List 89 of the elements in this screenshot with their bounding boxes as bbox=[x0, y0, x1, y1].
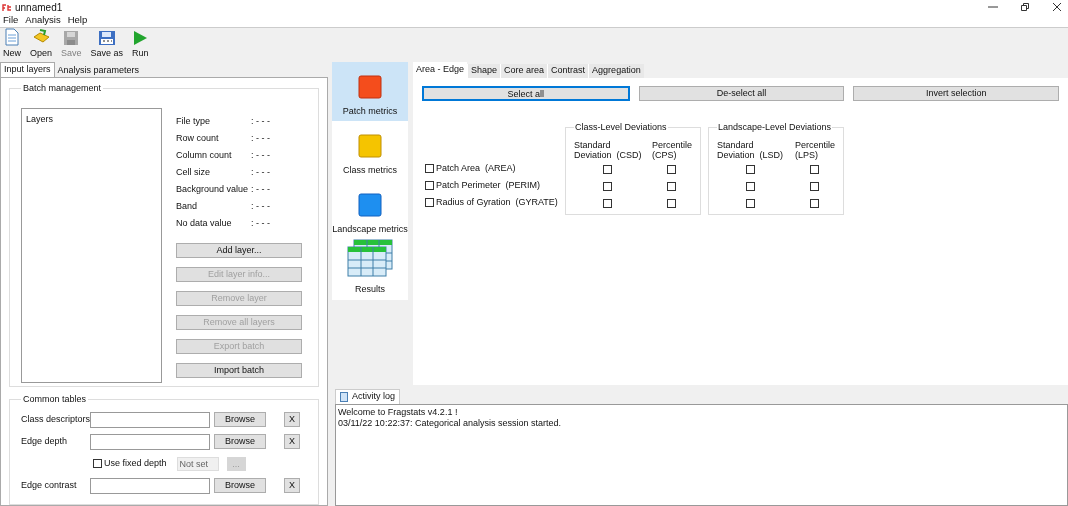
field-label: Class descriptors bbox=[21, 412, 90, 426]
field-label: Column count bbox=[176, 149, 233, 163]
input-field[interactable] bbox=[90, 477, 210, 494]
checkbox[interactable] bbox=[425, 164, 434, 173]
group-title: Landscape-Level Deviations bbox=[717, 121, 833, 134]
selection-button[interactable]: De-select all bbox=[638, 86, 845, 101]
spreadsheet-icon bbox=[347, 239, 393, 278]
checkbox[interactable] bbox=[93, 459, 102, 468]
menu-item[interactable]: Help bbox=[67, 13, 88, 28]
document-icon bbox=[340, 392, 348, 402]
menu-item[interactable]: Analysis bbox=[25, 13, 61, 28]
column-header: Percentile (CPS) bbox=[651, 139, 692, 162]
tab[interactable]: Contrast bbox=[547, 64, 589, 78]
window-title: unnamed1 bbox=[15, 0, 63, 15]
field-value: : - - - bbox=[251, 183, 270, 197]
field-value: : - - - bbox=[251, 166, 270, 180]
checkbox-label: Patch Perimeter (PERIM) bbox=[436, 178, 541, 192]
field-label: Edge depth bbox=[21, 434, 69, 448]
field-value: : - - - bbox=[251, 115, 270, 129]
checkbox[interactable] bbox=[667, 198, 677, 208]
square-icon bbox=[358, 134, 382, 159]
browse-button[interactable]: Browse bbox=[214, 478, 266, 493]
toolbar-button[interactable]: New bbox=[3, 27, 21, 60]
checkbox[interactable] bbox=[603, 164, 613, 174]
checkbox[interactable] bbox=[745, 181, 755, 191]
field-value: : - - - bbox=[251, 217, 270, 231]
checkbox-label: Patch Area (AREA) bbox=[436, 161, 516, 175]
input-field[interactable] bbox=[90, 411, 210, 428]
checkbox[interactable] bbox=[810, 198, 820, 208]
tab[interactable]: Core area bbox=[500, 64, 548, 78]
tab-label: Activity log bbox=[352, 390, 395, 404]
clear-button[interactable]: X bbox=[284, 478, 300, 493]
menu-item[interactable]: File bbox=[3, 13, 19, 28]
input-field[interactable] bbox=[90, 433, 210, 450]
group-title: Batch management bbox=[22, 82, 103, 95]
checkbox-label: Radius of Gyration (GYRATE) bbox=[436, 195, 558, 209]
app-logo-icon bbox=[2, 2, 12, 12]
field-label: Cell size bbox=[176, 166, 211, 180]
layers-list[interactable]: Layers bbox=[21, 107, 162, 383]
checkbox[interactable] bbox=[425, 198, 434, 207]
checkbox[interactable] bbox=[745, 198, 755, 208]
checkbox[interactable] bbox=[667, 181, 677, 191]
input-field[interactable]: Not set bbox=[176, 456, 219, 471]
toolbar-button[interactable]: Open bbox=[30, 27, 53, 60]
browse-button[interactable]: Browse bbox=[214, 434, 266, 449]
field-label: Background value bbox=[176, 183, 250, 197]
group-title: Class-Level Deviations bbox=[574, 121, 668, 134]
activity-log-tab[interactable]: Activity log bbox=[335, 389, 400, 404]
checkbox[interactable] bbox=[810, 164, 820, 174]
square-icon bbox=[358, 74, 382, 99]
action-button[interactable]: Import batch bbox=[176, 362, 302, 378]
tab[interactable]: Input layers bbox=[0, 62, 55, 77]
tab[interactable]: Aggregation bbox=[588, 64, 644, 78]
checkbox[interactable] bbox=[810, 181, 820, 191]
action-button[interactable]: Add layer... bbox=[176, 242, 302, 258]
toolbar-button[interactable]: Save as bbox=[90, 29, 124, 60]
clear-button[interactable]: X bbox=[284, 434, 300, 449]
log-line: 03/11/22 10:22:37: Categorical analysis session started. bbox=[338, 418, 562, 429]
selection-button[interactable]: Invert selection bbox=[853, 86, 1059, 101]
log-line: Welcome to Fragstats v4.2.1 ! bbox=[338, 407, 459, 418]
clear-button[interactable]: X bbox=[284, 412, 300, 427]
checkbox[interactable] bbox=[603, 181, 613, 191]
checkbox[interactable] bbox=[667, 164, 677, 174]
checkbox[interactable] bbox=[425, 181, 434, 190]
field-value: : - - - bbox=[251, 149, 270, 163]
field-value: : - - - bbox=[251, 132, 270, 146]
selection-button[interactable]: Select all bbox=[422, 86, 630, 101]
tab[interactable]: Area - Edge bbox=[413, 62, 468, 78]
column-header: Standard Deviation (CSD) bbox=[574, 139, 642, 162]
field-label: No data value bbox=[176, 217, 233, 231]
checkbox-label: Use fixed depth bbox=[104, 456, 167, 470]
close-icon[interactable] bbox=[1052, 2, 1062, 12]
toolbar-button[interactable]: Run bbox=[132, 29, 149, 60]
field-value: : - - - bbox=[251, 200, 270, 214]
restore-icon[interactable] bbox=[1020, 2, 1030, 12]
metric-level-button[interactable]: Patch metrics bbox=[332, 62, 408, 122]
browse-button[interactable]: Browse bbox=[214, 412, 266, 427]
list-header: Layers bbox=[26, 112, 54, 126]
tab[interactable]: Shape bbox=[467, 64, 501, 78]
field-label: Edge contrast bbox=[21, 478, 78, 492]
group-title: Common tables bbox=[22, 393, 88, 406]
checkbox[interactable] bbox=[603, 198, 613, 208]
column-header: Standard Deviation (LSD) bbox=[717, 139, 784, 162]
checkbox[interactable] bbox=[745, 164, 755, 174]
square-icon bbox=[358, 193, 382, 218]
column-header: Percentile (LPS) bbox=[794, 139, 835, 162]
field-label: File type bbox=[176, 115, 211, 129]
field-label: Row count bbox=[176, 132, 220, 146]
field-label: Band bbox=[176, 200, 199, 214]
